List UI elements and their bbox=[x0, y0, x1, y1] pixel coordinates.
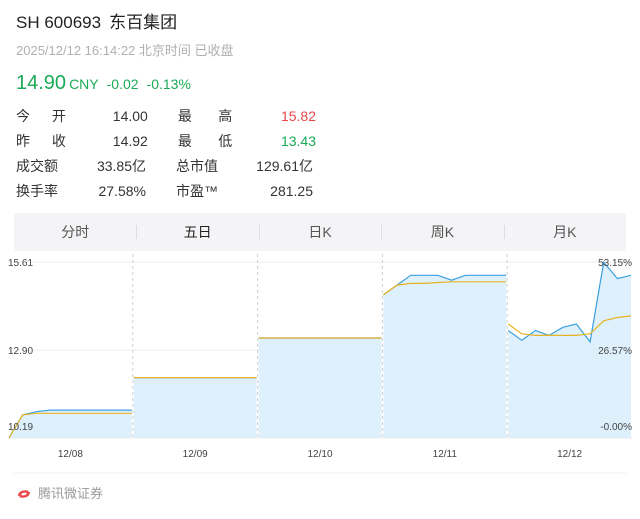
stats-row: 昨收 14.92 最低 13.43 bbox=[16, 129, 316, 154]
source-label[interactable]: 腾讯微证券 bbox=[38, 483, 103, 505]
price-change: -0.02 bbox=[106, 76, 139, 92]
pe-value: 281.25 bbox=[270, 183, 313, 199]
y-tick-right: 53.15% bbox=[598, 258, 632, 269]
tab-monthly-k[interactable]: 月K bbox=[503, 213, 626, 251]
open-label: 今开 bbox=[16, 108, 66, 124]
turnover-label: 换手率 bbox=[16, 183, 58, 199]
tab-weekly-k[interactable]: 周K bbox=[381, 213, 503, 251]
tab-intraday[interactable]: 分时 bbox=[14, 213, 136, 251]
currency: CNY bbox=[69, 76, 99, 92]
y-tick-left: 12.90 bbox=[8, 346, 33, 357]
price-area bbox=[258, 338, 382, 438]
volume-label: 成交额 bbox=[16, 158, 58, 174]
high-value: 15.82 bbox=[280, 108, 316, 124]
quote-time: 2025/12/12 16:14:22 北京时间 已收盘 bbox=[16, 43, 234, 58]
low-label: 最低 bbox=[177, 133, 233, 149]
market-cap-label: 总市值 bbox=[176, 158, 218, 174]
y-tick-right: 26.57% bbox=[598, 346, 632, 357]
x-tick-label: 12/12 bbox=[557, 449, 582, 460]
volume-value: 33.85亿 bbox=[96, 158, 146, 174]
stats-panel: 今开 14.00 最高 15.82 昨收 14.92 最低 13.43 成交额 … bbox=[16, 104, 316, 204]
y-tick-right: -0.00% bbox=[600, 422, 632, 433]
stats-row: 换手率 27.58% 市盈™ 281.25 bbox=[16, 179, 316, 204]
pe-label: 市盈™ bbox=[176, 183, 218, 199]
tab-five-day[interactable]: 五日 bbox=[136, 213, 259, 251]
x-tick-label: 12/08 bbox=[58, 449, 83, 460]
x-tick-label: 12/09 bbox=[183, 449, 208, 460]
market-cap-value: 129.61亿 bbox=[256, 158, 313, 174]
high-label: 最高 bbox=[177, 108, 233, 124]
prev-close-label: 昨收 bbox=[16, 133, 66, 149]
open-value: 14.00 bbox=[112, 108, 148, 124]
prev-close-value: 14.92 bbox=[112, 133, 148, 149]
y-tick-left: 10.19 bbox=[8, 422, 33, 433]
low-value: 13.43 bbox=[280, 133, 316, 149]
price-area bbox=[383, 275, 507, 438]
stats-row: 成交额 33.85亿 总市值 129.61亿 bbox=[16, 154, 316, 179]
price-change-pct: -0.13% bbox=[146, 76, 191, 92]
five-day-chart: 15.61 12.90 10.19 53.15% 26.57% -0.00% 12/08 12… bbox=[8, 254, 632, 474]
stock-header: SH 600693 东百集团 2025/12/12 16:14:22 北京时间 已… bbox=[16, 10, 616, 98]
footer: 腾讯微证券 bbox=[16, 483, 103, 505]
y-tick-left: 15.61 bbox=[8, 258, 33, 269]
stock-name: 东百集团 bbox=[109, 13, 178, 32]
price-area bbox=[133, 377, 257, 438]
stock-title: SH 600693 东百集团 bbox=[16, 10, 616, 36]
turnover-value: 27.58% bbox=[98, 183, 146, 199]
chart-tabs: 分时 五日 日K 周K 月K bbox=[14, 213, 626, 251]
tab-daily-k[interactable]: 日K bbox=[258, 213, 381, 251]
x-tick-label: 12/10 bbox=[307, 449, 332, 460]
stock-code: SH 600693 bbox=[16, 13, 102, 32]
tencent-logo-icon bbox=[18, 490, 30, 498]
current-price: 14.90 bbox=[16, 72, 67, 94]
x-tick-label: 12/11 bbox=[433, 449, 458, 460]
price-line: 14.90 CNY -0.02 -0.13% bbox=[16, 68, 616, 98]
stats-row: 今开 14.00 最高 15.82 bbox=[16, 104, 316, 129]
